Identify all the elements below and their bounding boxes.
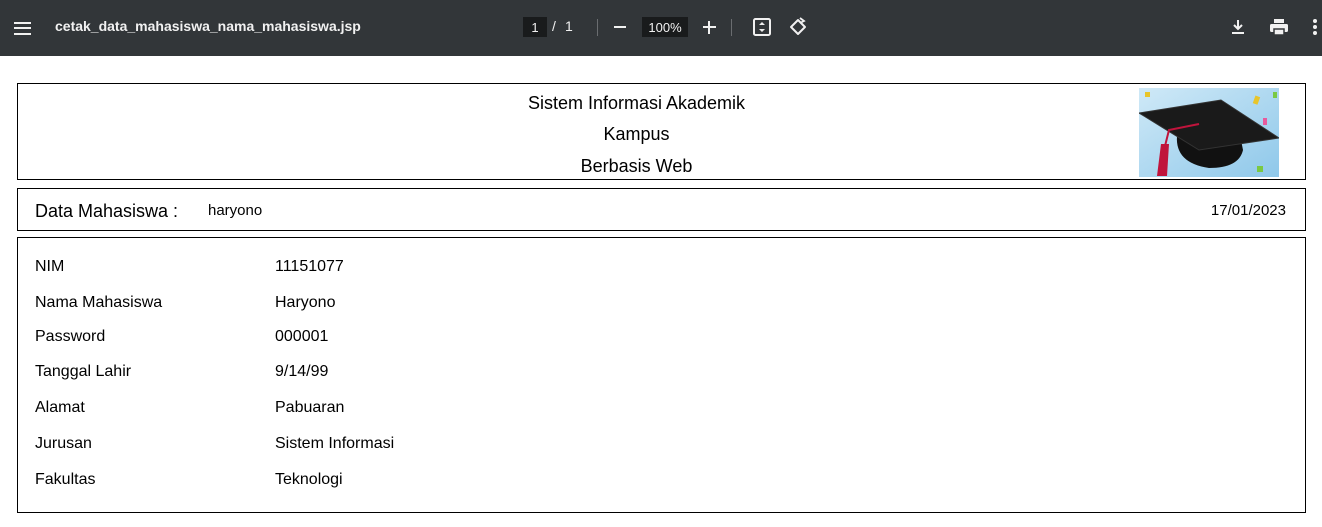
page-separator: / bbox=[552, 18, 556, 34]
total-pages: 1 bbox=[565, 18, 573, 34]
download-icon bbox=[1232, 20, 1244, 34]
pdf-page: Sistem Informasi Akademik Kampus Berbasi… bbox=[0, 56, 1322, 527]
more-vertical-icon bbox=[1313, 19, 1317, 35]
print-button[interactable] bbox=[1264, 12, 1294, 42]
graduation-cap-logo bbox=[1139, 88, 1279, 177]
fit-to-page-button[interactable] bbox=[748, 12, 776, 42]
detail-row: Nama Mahasiswa Haryono bbox=[18, 294, 1305, 314]
download-button[interactable] bbox=[1224, 12, 1252, 42]
zoom-out-button[interactable] bbox=[606, 12, 634, 42]
report-title-bar: Data Mahasiswa : haryono 17/01/2023 bbox=[17, 188, 1306, 231]
hamburger-menu-icon[interactable] bbox=[6, 12, 38, 44]
field-value: 9/14/99 bbox=[275, 363, 329, 380]
field-value: Pabuaran bbox=[275, 399, 345, 416]
toolbar-divider bbox=[597, 19, 598, 36]
field-label: Jurusan bbox=[35, 435, 92, 452]
minus-icon bbox=[614, 26, 626, 28]
more-options-button[interactable] bbox=[1308, 12, 1322, 42]
field-label: NIM bbox=[35, 258, 65, 275]
rotate-button[interactable] bbox=[784, 12, 812, 42]
header-line-1: Sistem Informasi Akademik bbox=[527, 93, 746, 113]
detail-row: Jurusan Sistem Informasi bbox=[18, 435, 1305, 455]
field-value: 000001 bbox=[275, 328, 329, 345]
detail-row: Password 000001 bbox=[18, 328, 1305, 348]
field-value: Teknologi bbox=[275, 471, 343, 488]
field-value: 11151077 bbox=[275, 258, 344, 275]
page-number-input[interactable] bbox=[523, 17, 547, 37]
detail-row: NIM 11151077 bbox=[18, 258, 1305, 278]
print-icon bbox=[1270, 19, 1288, 36]
toolbar-divider bbox=[731, 19, 732, 36]
header-line-3: Berbasis Web bbox=[580, 156, 693, 176]
field-value: Sistem Informasi bbox=[275, 435, 395, 452]
report-header: Sistem Informasi Akademik Kampus Berbasi… bbox=[17, 83, 1306, 180]
detail-row: Fakultas Teknologi bbox=[18, 471, 1305, 491]
plus-icon bbox=[702, 20, 716, 34]
detail-row: Alamat Pabuaran bbox=[18, 399, 1305, 419]
detail-row: Tanggal Lahir 9/14/99 bbox=[18, 363, 1305, 383]
student-details-table: NIM 11151077 Nama Mahasiswa Haryono Pass… bbox=[17, 237, 1306, 513]
field-label: Password bbox=[35, 328, 106, 345]
zoom-in-button[interactable] bbox=[695, 12, 723, 42]
field-label: Fakultas bbox=[35, 471, 96, 488]
pdf-viewer-toolbar: cetak_data_mahasiswa_nama_mahasiswa.jsp … bbox=[0, 0, 1322, 56]
header-line-2: Kampus bbox=[603, 124, 670, 144]
student-name: haryono bbox=[208, 202, 263, 219]
field-label: Tanggal Lahir bbox=[35, 363, 132, 380]
title-label: Data Mahasiswa : bbox=[35, 201, 179, 221]
document-title: cetak_data_mahasiswa_nama_mahasiswa.jsp bbox=[55, 18, 361, 34]
fit-to-page-icon bbox=[753, 18, 771, 36]
rotate-icon bbox=[790, 17, 806, 35]
zoom-level-input[interactable] bbox=[642, 17, 688, 37]
field-value: Haryono bbox=[275, 294, 336, 311]
field-label: Nama Mahasiswa bbox=[35, 294, 163, 311]
print-date: 17/01/2023 bbox=[1210, 202, 1286, 219]
field-label: Alamat bbox=[35, 399, 85, 416]
